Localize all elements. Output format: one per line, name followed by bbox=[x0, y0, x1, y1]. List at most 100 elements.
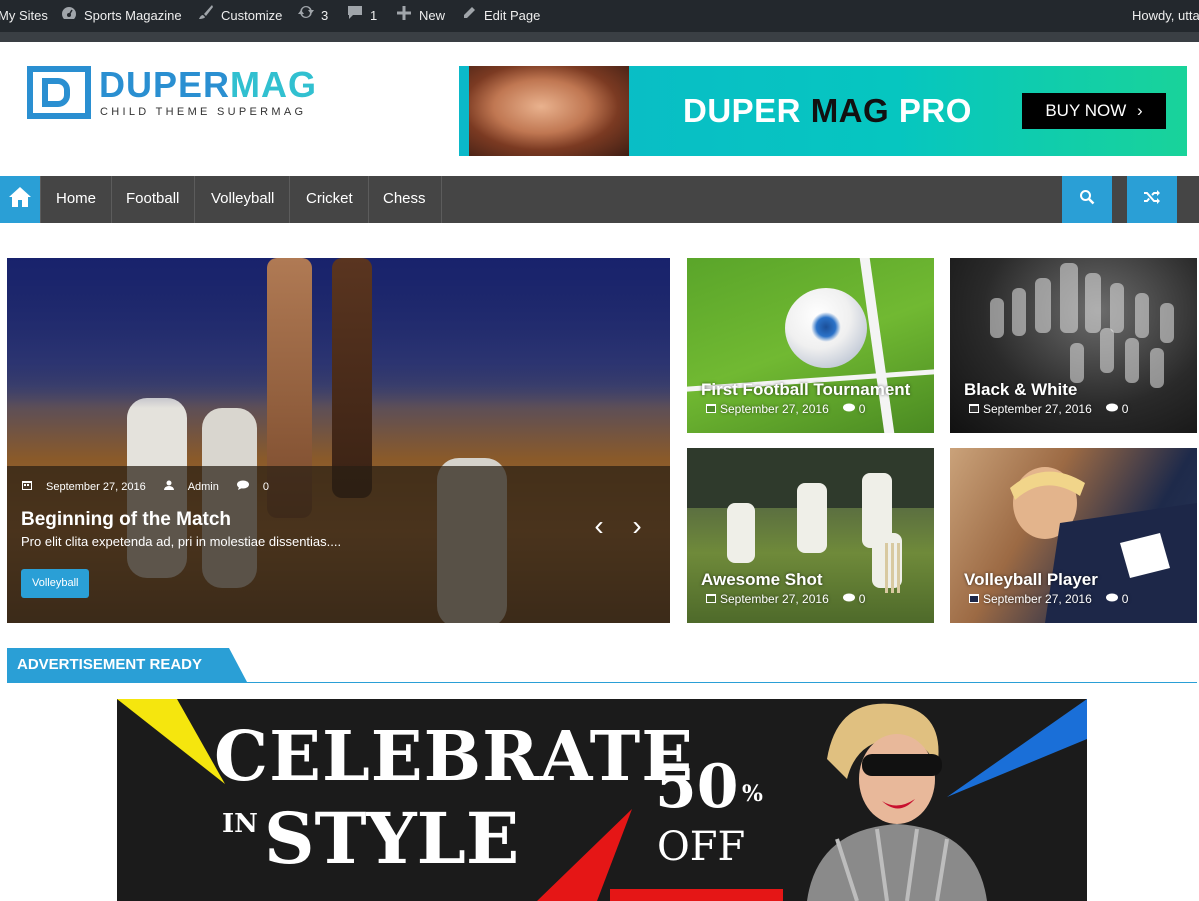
admin-customize[interactable]: Customize bbox=[197, 0, 282, 32]
slide-author[interactable]: Admin bbox=[188, 481, 219, 493]
pencil-icon bbox=[460, 0, 478, 32]
ad-headline-style: STYLE bbox=[264, 797, 520, 880]
updates-icon bbox=[297, 0, 315, 32]
nav-home-button[interactable] bbox=[0, 176, 40, 223]
football-image bbox=[785, 288, 867, 368]
admin-updates-count: 3 bbox=[321, 8, 329, 23]
admin-bar: My Sites Sports Magazine Customize 3 1 N… bbox=[0, 0, 1199, 32]
comment-icon bbox=[1105, 402, 1118, 416]
slide-meta: September 27, 2016 Admin 0 bbox=[22, 480, 269, 493]
plus-icon bbox=[395, 0, 413, 32]
comment-icon bbox=[346, 0, 364, 32]
nav-item-chess[interactable]: Chess bbox=[368, 176, 442, 223]
slide-category-badge[interactable]: Volleyball bbox=[21, 569, 90, 598]
chevron-left-icon: ‹ bbox=[594, 510, 604, 541]
post-card[interactable]: First Football Tournament September 27, … bbox=[687, 258, 934, 433]
post-meta: September 27, 2016 0 bbox=[969, 402, 1128, 416]
admin-site-name[interactable]: Sports Magazine bbox=[60, 0, 182, 32]
post-card[interactable]: Volleyball Player September 27, 2016 0 bbox=[950, 448, 1197, 623]
site-tagline: CHILD THEME SUPERMAG bbox=[100, 106, 307, 118]
slide-title[interactable]: Beginning of the Match bbox=[21, 509, 231, 531]
slider-image-detail bbox=[332, 258, 372, 498]
admin-new[interactable]: New bbox=[395, 0, 445, 32]
post-date[interactable]: September 27, 2016 bbox=[983, 402, 1092, 416]
logo-mark bbox=[27, 66, 91, 119]
slider-caption: September 27, 2016 Admin 0 Beginning of … bbox=[7, 466, 670, 623]
banner-title-part2: MAG bbox=[810, 92, 890, 129]
post-comments[interactable]: 0 bbox=[1122, 592, 1129, 606]
post-card[interactable]: Awesome Shot September 27, 2016 0 bbox=[687, 448, 934, 623]
comment-icon bbox=[1105, 592, 1118, 606]
nav-item-volleyball[interactable]: Volleyball bbox=[196, 176, 291, 223]
calendar-icon bbox=[969, 402, 979, 416]
search-icon bbox=[1079, 189, 1095, 210]
ad-discount-value: 50 bbox=[655, 752, 739, 822]
site-title: DUPERMAG bbox=[99, 64, 317, 106]
post-meta: September 27, 2016 0 bbox=[969, 592, 1128, 606]
user-icon bbox=[163, 480, 174, 493]
slider-next-button[interactable]: › bbox=[625, 506, 649, 546]
calendar-icon bbox=[706, 592, 716, 606]
post-comments[interactable]: 0 bbox=[859, 402, 866, 416]
admin-my-sites-label: My Sites bbox=[0, 8, 48, 23]
site-title-part1: DUPER bbox=[99, 64, 231, 105]
advertisement-banner[interactable]: CELEBRATE IN STYLE 50 % OFF bbox=[117, 699, 1087, 901]
comment-icon bbox=[236, 480, 249, 493]
random-icon bbox=[1143, 189, 1161, 210]
site-title-part2: MAG bbox=[230, 64, 318, 105]
slide-comments[interactable]: 0 bbox=[263, 481, 269, 493]
admin-customize-label: Customize bbox=[221, 8, 283, 23]
calendar-icon bbox=[22, 480, 32, 493]
admin-bar-shadow bbox=[0, 32, 1199, 42]
admin-my-sites[interactable]: My Sites bbox=[0, 0, 48, 32]
post-title[interactable]: Awesome Shot bbox=[701, 570, 823, 590]
post-date[interactable]: September 27, 2016 bbox=[983, 592, 1092, 606]
post-meta: September 27, 2016 0 bbox=[706, 402, 865, 416]
admin-edit-page-label: Edit Page bbox=[484, 8, 541, 23]
nav-item-football[interactable]: Football bbox=[111, 176, 196, 223]
buy-now-button[interactable]: BUY NOW › bbox=[1022, 93, 1166, 129]
ad-headline-in: IN bbox=[222, 809, 258, 839]
ad-model-image bbox=[807, 703, 987, 901]
featured-slider[interactable]: September 27, 2016 Admin 0 Beginning of … bbox=[7, 258, 670, 623]
random-post-button[interactable] bbox=[1127, 176, 1177, 223]
banner-title-part3: PRO bbox=[889, 92, 972, 129]
comment-icon bbox=[842, 592, 855, 606]
admin-account[interactable]: Howdy, utta bbox=[1132, 0, 1199, 32]
nav-item-cricket[interactable]: Cricket bbox=[291, 176, 369, 223]
admin-site-name-label: Sports Magazine bbox=[84, 8, 182, 23]
ad-discount-percent: % bbox=[742, 781, 763, 807]
post-comments[interactable]: 0 bbox=[1122, 402, 1129, 416]
comment-icon bbox=[842, 402, 855, 416]
buy-now-label: BUY NOW bbox=[1045, 101, 1127, 120]
main-navigation: Home Football Volleyball Cricket Chess bbox=[0, 176, 1199, 223]
post-date[interactable]: September 27, 2016 bbox=[720, 592, 829, 606]
search-button[interactable] bbox=[1062, 176, 1112, 223]
header-ad-banner[interactable]: DUPER MAG PRO BUY NOW › bbox=[459, 66, 1187, 156]
post-title[interactable]: Black & White bbox=[964, 380, 1077, 400]
chevron-right-icon: › bbox=[1136, 101, 1143, 120]
section-title: ADVERTISEMENT READY bbox=[7, 648, 247, 682]
slider-prev-button[interactable]: ‹ bbox=[587, 506, 611, 546]
slide-date[interactable]: September 27, 2016 bbox=[46, 481, 146, 493]
post-title[interactable]: First Football Tournament bbox=[701, 380, 910, 400]
admin-updates[interactable]: 3 bbox=[297, 0, 328, 32]
calendar-icon bbox=[969, 592, 979, 606]
banner-model-photo bbox=[469, 66, 629, 156]
nav-item-home[interactable]: Home bbox=[40, 176, 113, 223]
section-heading: ADVERTISEMENT READY bbox=[7, 648, 1197, 683]
post-date[interactable]: September 27, 2016 bbox=[720, 402, 829, 416]
admin-comments[interactable]: 1 bbox=[346, 0, 377, 32]
banner-title: DUPER MAG PRO bbox=[683, 92, 972, 130]
calendar-icon bbox=[706, 402, 716, 416]
site-logo[interactable]: DUPERMAG CHILD THEME SUPERMAG bbox=[27, 64, 327, 122]
post-title[interactable]: Volleyball Player bbox=[964, 570, 1098, 590]
admin-edit-page[interactable]: Edit Page bbox=[460, 0, 540, 32]
ad-red-bar bbox=[610, 889, 783, 901]
slide-excerpt: Pro elit clita expetenda ad, pri in mole… bbox=[21, 534, 342, 549]
brush-icon bbox=[197, 0, 215, 32]
post-comments[interactable]: 0 bbox=[859, 592, 866, 606]
post-card[interactable]: Black & White September 27, 2016 0 bbox=[950, 258, 1197, 433]
post-meta: September 27, 2016 0 bbox=[706, 592, 865, 606]
home-icon bbox=[8, 186, 32, 213]
